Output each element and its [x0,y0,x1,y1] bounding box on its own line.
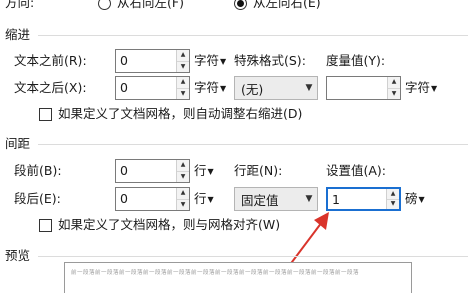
preview-section-title: 预览 [5,248,31,263]
annotation-arrow-head [314,212,329,230]
preview-pane: 前一段落前一段落前一段落前一段落前一段落前一段落前一段落前一段落前一段落前一段落… [64,262,412,293]
annotation-arrow-icon [282,212,329,275]
preview-section-divider [38,256,468,257]
preview-sample-text: 前一段落前一段落前一段落前一段落前一段落前一段落前一段落前一段落前一段落前一段落… [71,270,360,276]
